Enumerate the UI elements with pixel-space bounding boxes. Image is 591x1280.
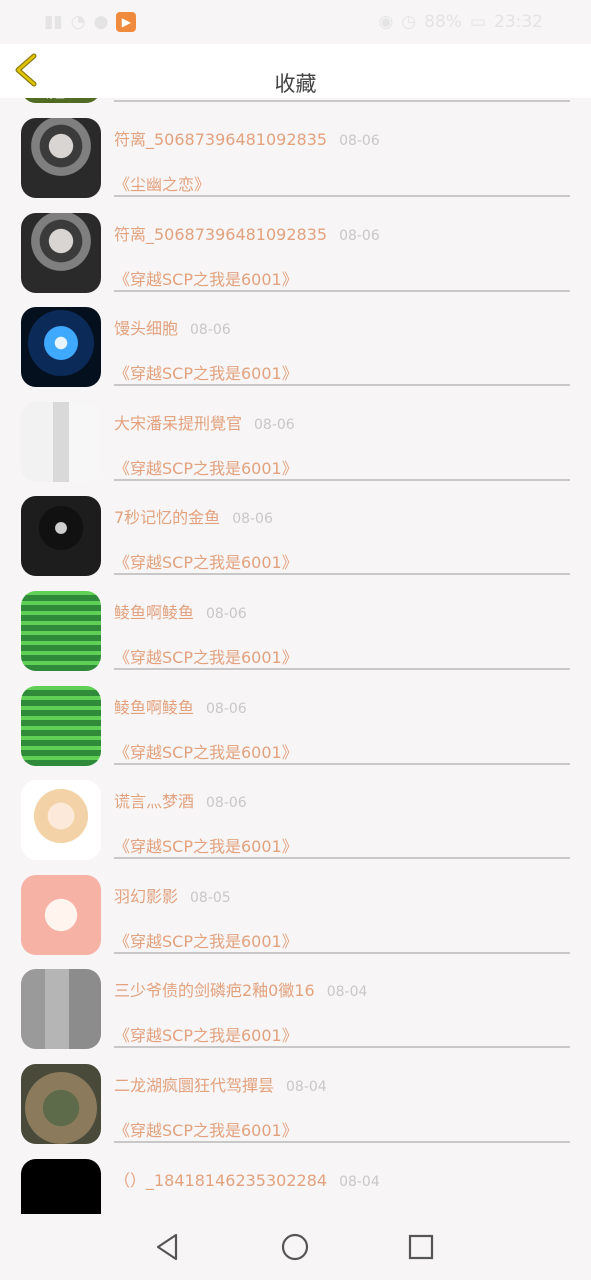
list-item[interactable]: 羽幻影影 08-05 《穿越SCP之我是6001》 (0, 855, 591, 955)
battery-text: 88% (424, 12, 462, 32)
book-title[interactable]: 《穿越SCP之我是6001》 (114, 739, 298, 763)
username[interactable]: 符离_50687396481092835 08-06 (114, 126, 380, 150)
notification-icon: ● (93, 12, 109, 32)
avatar[interactable] (21, 307, 101, 388)
battery-icon: ▭ (469, 12, 486, 32)
status-bar: ▮▮ ◔ ● ▶ ◉ ◷ 88% ▭ 23:32 (0, 0, 591, 44)
date-text: 08-06 (206, 700, 247, 717)
nav-recent-icon[interactable] (405, 1231, 437, 1263)
list-item[interactable]: 符离_50687396481092835 08-06 《尘幽之恋》 (0, 98, 591, 198)
date-text: 08-06 (339, 133, 380, 149)
nav-home-icon[interactable] (279, 1231, 311, 1263)
book-title[interactable]: 《穿越SCP之我是6001》 (114, 360, 298, 384)
signal-icon: ▮▮ (44, 12, 63, 32)
list-item[interactable]: 馒头细胞 08-06 《穿越SCP之我是6001》 (0, 287, 591, 388)
header: 收藏 (0, 44, 591, 98)
avatar[interactable] (21, 118, 101, 198)
avatar[interactable] (21, 685, 101, 766)
avatar[interactable] (21, 401, 101, 482)
username-text[interactable]: 7秒记忆的金鱼 (114, 508, 220, 527)
username[interactable]: 鲮鱼啊鲮鱼 08-06 (114, 599, 247, 623)
book-title[interactable]: 《尘幽之恋》 (114, 171, 210, 195)
list-item[interactable]: 鲮鱼啊鲮鱼 08-06 《穿越SCP之我是6001》 (0, 666, 591, 766)
nav-back-icon[interactable] (152, 1231, 184, 1263)
username[interactable]: 谎言灬梦酒 08-06 (114, 788, 247, 812)
avatar[interactable] (21, 1064, 101, 1144)
avatar[interactable] (21, 591, 101, 671)
avatar[interactable] (21, 496, 101, 577)
wifi-icon: ◔ (70, 12, 86, 32)
page-title: 收藏 (274, 72, 317, 96)
username-text[interactable]: 三少爷债的剑磷疤2釉0黴16 (114, 981, 315, 1000)
username[interactable]: 二龙湖疯圜狂代驾撣昙 08-04 (114, 1072, 327, 1096)
username-text[interactable]: 二龙湖疯圜狂代驾撣昙 (114, 1076, 274, 1095)
avatar[interactable] (21, 874, 101, 955)
book-title[interactable]: 《穿越SCP之我是6001》 (114, 644, 298, 668)
avatar[interactable] (21, 212, 101, 293)
eye-icon: ◉ (378, 12, 394, 32)
app-icon: ▶ (116, 12, 137, 32)
list-item[interactable]: 谎言灬梦酒 08-06 《穿越SCP之我是6001》 (0, 760, 591, 861)
date-text: 08-04 (326, 984, 368, 1001)
navigation-bar (0, 1214, 591, 1280)
username[interactable]: 馒头细胞 08-06 (114, 315, 231, 339)
avatar[interactable] (21, 780, 101, 861)
status-right: ◉ ◷ 88% ▭ 23:32 (378, 12, 543, 32)
username-text[interactable]: 鲮鱼啊鲮鱼 (114, 698, 194, 717)
book-title[interactable]: 《穿越SCP之我是6001》 (114, 1022, 298, 1046)
username[interactable]: 羽幻影影 08-05 (114, 883, 231, 907)
username-text[interactable]: （）_18418146235302284 (114, 1171, 327, 1190)
username-text[interactable]: 羽幻影影 (114, 887, 178, 906)
favorites-list[interactable]: 标签 符离_5068739648109283508-06《尘幽之恋》符离_506… (0, 98, 591, 1214)
username[interactable]: 三少爷债的剑磷疤2釉0黴16 08-04 (114, 977, 367, 1001)
book-title[interactable]: 《穿越SCP之我是6001》 (114, 455, 298, 479)
book-title[interactable]: 《穿越SCP之我是6001》 (114, 549, 298, 573)
username[interactable]: 7秒记忆的金鱼 08-06 (114, 504, 273, 528)
list-item[interactable]: 大宋潘呆提刑覺官 08-06 《穿越SCP之我是6001》 (0, 382, 591, 482)
username-text[interactable]: 大宋潘呆提刑覺官 (114, 414, 242, 433)
list-item[interactable]: （）_1841814623530228408-04《穿越SCP之我是6001》 (0, 1139, 591, 1214)
date-text: 08-06 (206, 795, 247, 812)
list-item[interactable]: 7秒记忆的金鱼 08-06 《穿越SCP之我是6001》 (0, 476, 591, 577)
avatar[interactable] (21, 1158, 101, 1214)
list-item[interactable]: 符离_50687396481092835 08-06 《穿越SCP之我是6001》 (0, 193, 591, 293)
username-text[interactable]: 鲮鱼啊鲮鱼 (114, 603, 194, 622)
list-item[interactable]: 三少爷债的剑磷疤2釉0黴16 08-04 《穿越SCP之我是6001》 (0, 949, 591, 1050)
date-text: 08-06 (190, 322, 231, 339)
date-text: 08-06 (254, 416, 295, 433)
book-title[interactable]: 《穿越SCP之我是6001》 (114, 1117, 298, 1141)
status-left: ▮▮ ◔ ● ▶ (44, 12, 137, 32)
username[interactable]: 鲮鱼啊鲮鱼 08-06 (114, 694, 247, 718)
alarm-icon: ◷ (401, 12, 417, 32)
username-text[interactable]: 符离_50687396481092835 (114, 130, 327, 149)
date-text: 08-06 (339, 227, 380, 244)
username-text[interactable]: 符离_50687396481092835 (114, 225, 327, 244)
book-title[interactable]: 《穿越SCP之我是6001》 (114, 266, 298, 290)
avatar[interactable] (21, 969, 101, 1050)
username[interactable]: 符离_50687396481092835 08-06 (114, 221, 380, 245)
date-text: 08-04 (339, 1173, 380, 1190)
date-text: 08-06 (206, 606, 247, 622)
username-text[interactable]: 馒头细胞 (114, 319, 178, 338)
date-text: 08-05 (190, 889, 231, 906)
username[interactable]: 大宋潘呆提刑覺官 08-06 (114, 410, 295, 434)
date-text: 08-04 (286, 1079, 327, 1095)
date-text: 08-06 (232, 511, 273, 528)
list-item[interactable]: 鲮鱼啊鲮鱼 08-06 《穿越SCP之我是6001》 (0, 571, 591, 671)
book-title[interactable]: 《穿越SCP之我是6001》 (114, 928, 298, 952)
list-item[interactable]: 二龙湖疯圜狂代驾撣昙 08-04 《穿越SCP之我是6001》 (0, 1044, 591, 1144)
book-title[interactable]: 《穿越SCP之我是6001》 (114, 833, 298, 857)
clock-text: 23:32 (494, 12, 543, 32)
username[interactable]: （）_18418146235302284 08-04 (114, 1167, 380, 1191)
username-text[interactable]: 谎言灬梦酒 (114, 792, 194, 811)
